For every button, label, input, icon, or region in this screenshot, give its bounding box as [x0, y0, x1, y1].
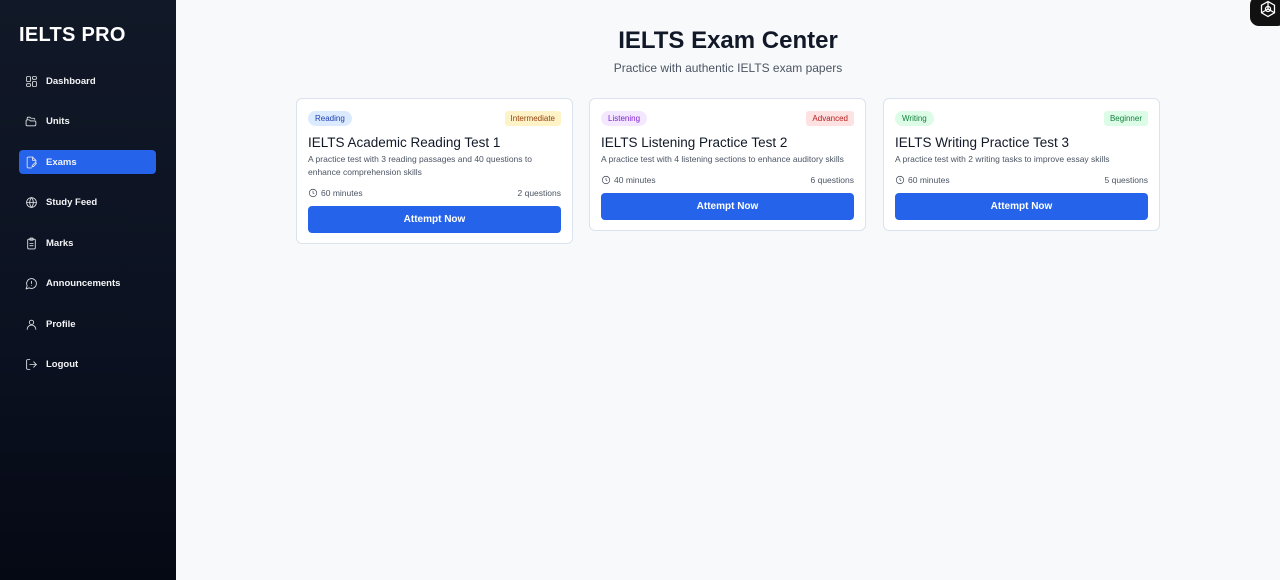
- sidebar-item-label: Announcements: [46, 278, 121, 289]
- exam-question-count: 2 questions: [517, 188, 561, 198]
- category-badge: Listening: [601, 111, 648, 126]
- exam-title: IELTS Academic Reading Test 1: [308, 135, 501, 150]
- clock-icon: [308, 188, 318, 198]
- brand-logo[interactable]: IELTS PRO: [19, 24, 126, 47]
- openai-logo-icon: [1258, 0, 1278, 24]
- user-icon: [24, 317, 38, 331]
- globe-icon: [24, 196, 38, 210]
- clipboard-icon: [24, 236, 38, 250]
- exam-description: A practice test with 3 reading passages …: [308, 154, 532, 177]
- level-badge: Advanced: [806, 111, 854, 126]
- sidebar-item-label: Study Feed: [46, 197, 98, 208]
- level-badge: Beginner: [1103, 111, 1148, 126]
- message-circle-icon: [24, 277, 38, 291]
- sidebar-nav: Dashboard Units Exams Study Feed Marks A…: [19, 69, 156, 393]
- sidebar-item-exams[interactable]: Exams: [19, 150, 156, 174]
- sidebar-item-study-feed[interactable]: Study Feed: [19, 191, 156, 215]
- folders-icon: [24, 115, 38, 129]
- sidebar-item-announcements[interactable]: Announcements: [19, 272, 156, 296]
- file-pen-icon: [24, 155, 38, 169]
- main-content: IELTS Exam Center Practice with authenti…: [176, 0, 1280, 580]
- logout-icon: [24, 358, 38, 372]
- exam-description: A practice test with 4 listening section…: [601, 154, 844, 164]
- sidebar: IELTS PRO Dashboard Units Exams Study Fe…: [0, 0, 176, 580]
- exam-title: IELTS Writing Practice Test 3: [895, 135, 1070, 150]
- clock-icon: [601, 175, 611, 185]
- page-title: IELTS Exam Center: [618, 27, 838, 54]
- assistant-button[interactable]: [1250, 0, 1280, 26]
- exam-card-reading: Reading Intermediate IELTS Academic Read…: [296, 98, 573, 244]
- sidebar-item-label: Units: [46, 116, 70, 127]
- category-badge: Reading: [308, 111, 352, 126]
- sidebar-item-label: Profile: [46, 318, 76, 330]
- category-badge: Writing: [895, 111, 934, 126]
- attempt-now-button[interactable]: Attempt Now: [895, 193, 1148, 220]
- attempt-now-button[interactable]: Attempt Now: [308, 206, 561, 233]
- sidebar-item-label: Marks: [46, 237, 74, 249]
- exam-question-count: 5 questions: [1104, 175, 1148, 185]
- sidebar-item-label: Dashboard: [46, 75, 96, 87]
- sidebar-item-profile[interactable]: Profile: [19, 312, 156, 336]
- exam-title: IELTS Listening Practice Test 2: [601, 135, 788, 150]
- sidebar-item-label: Logout: [46, 359, 79, 370]
- exam-duration: 60 minutes: [908, 175, 950, 185]
- sidebar-item-logout[interactable]: Logout: [19, 353, 156, 377]
- exam-card-listening: Listening Advanced IELTS Listening Pract…: [589, 98, 866, 231]
- exam-card-writing: Writing Beginner IELTS Writing Practice …: [883, 98, 1160, 231]
- sidebar-item-units[interactable]: Units: [19, 110, 156, 134]
- exam-question-count: 6 questions: [810, 175, 854, 185]
- exam-description: A practice test with 2 writing tasks to …: [895, 154, 1110, 164]
- dashboard-icon: [24, 74, 38, 88]
- sidebar-item-label: Exams: [46, 156, 77, 168]
- sidebar-item-marks[interactable]: Marks: [19, 231, 156, 255]
- exam-duration: 60 minutes: [321, 188, 363, 198]
- page-subtitle: Practice with authentic IELTS exam paper…: [613, 61, 843, 75]
- exam-duration: 40 minutes: [614, 175, 656, 185]
- level-badge: Intermediate: [504, 111, 561, 126]
- sidebar-item-dashboard[interactable]: Dashboard: [19, 69, 156, 93]
- attempt-now-button[interactable]: Attempt Now: [601, 193, 854, 220]
- clock-icon: [895, 175, 905, 185]
